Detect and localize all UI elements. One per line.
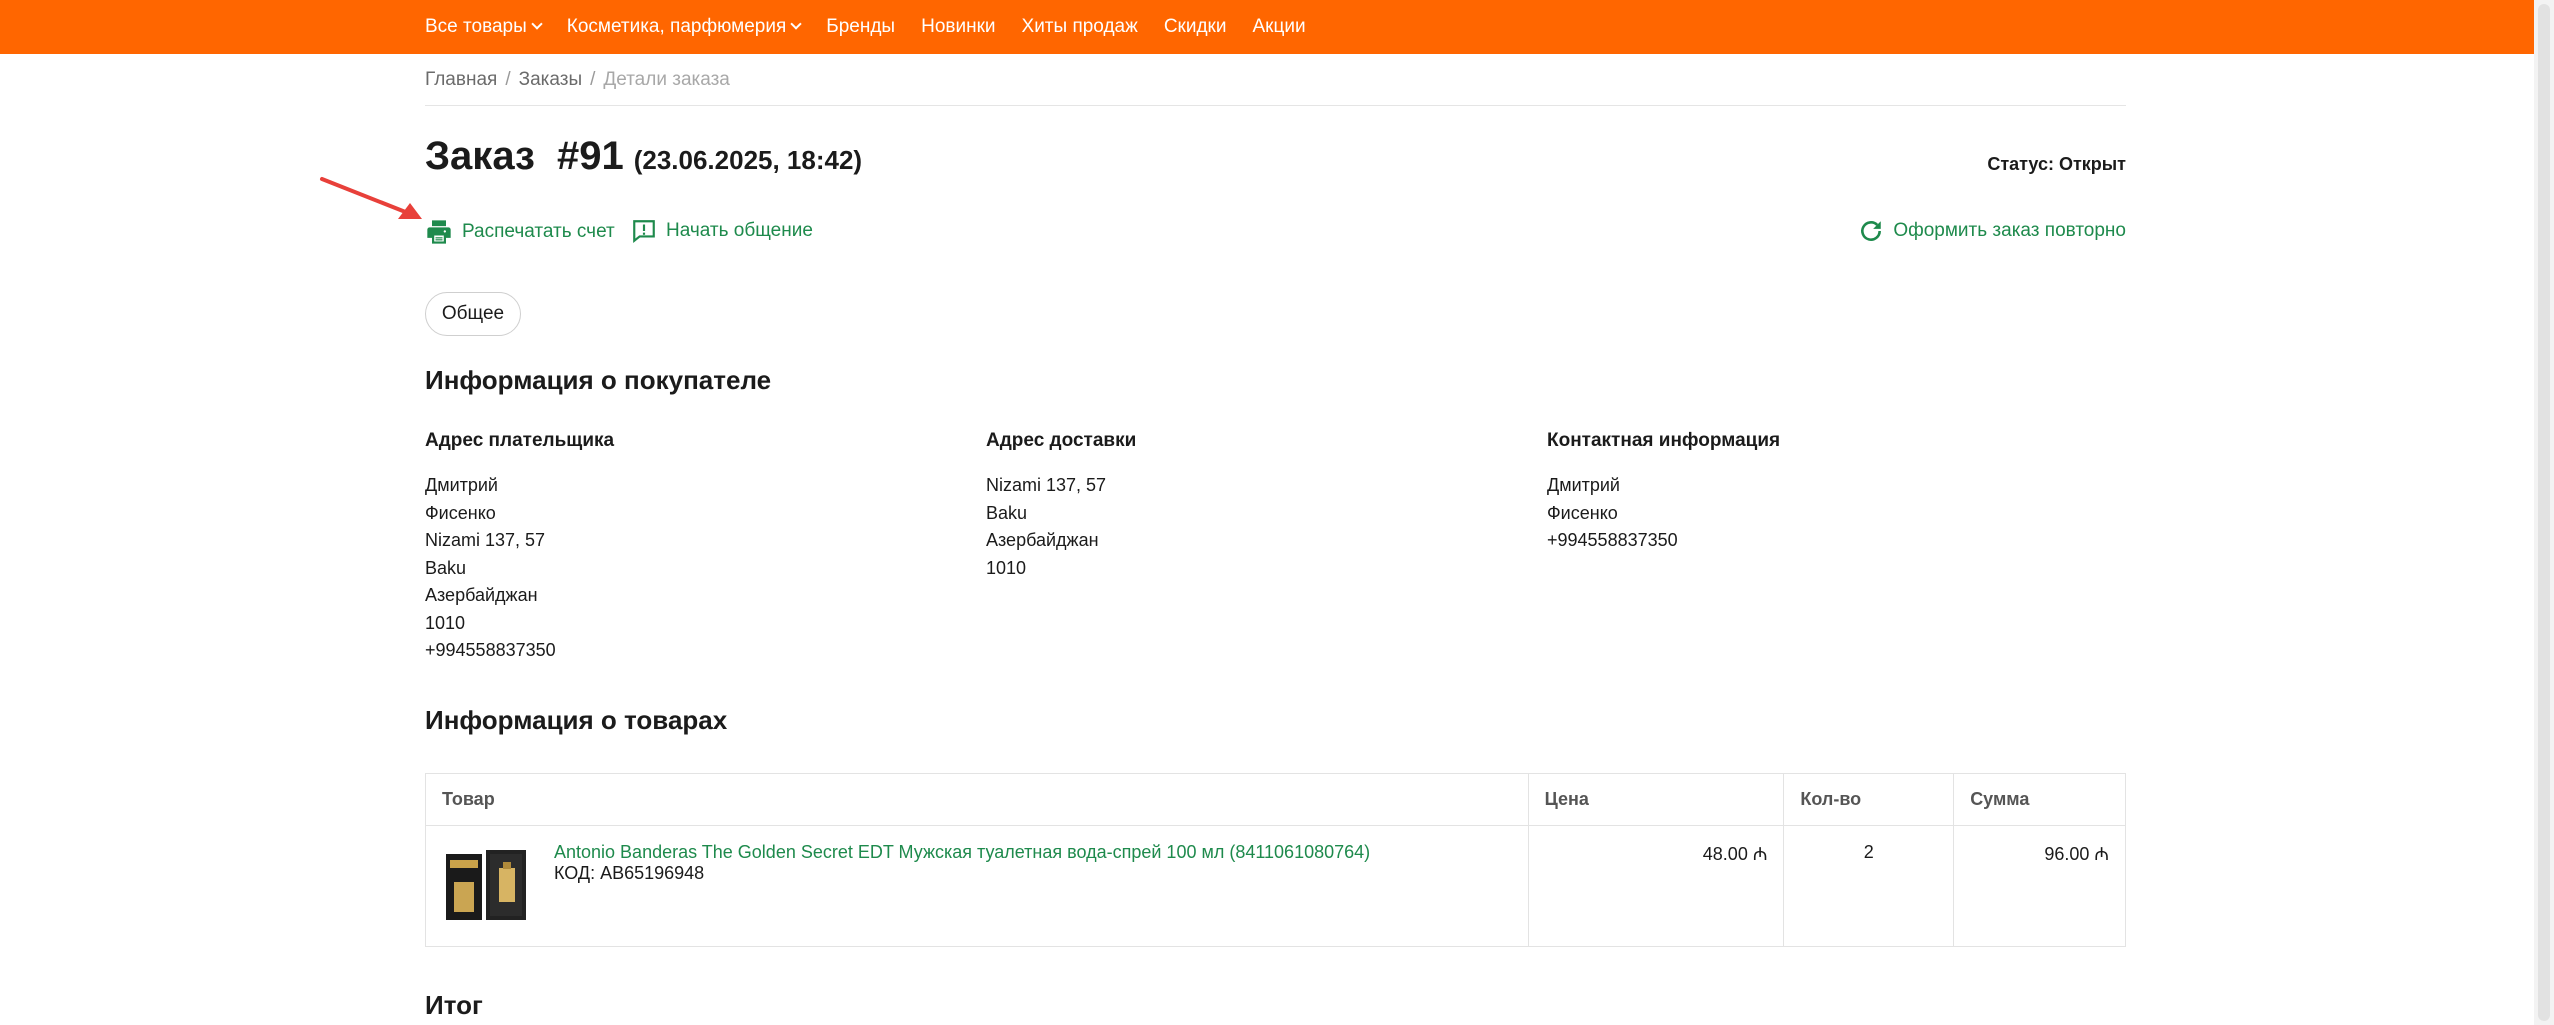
products-table: Товар Цена Кол-во Сумма Antonio Banderas…	[425, 773, 2126, 947]
column-header-sum: Сумма	[1970, 789, 2030, 809]
scrollbar-thumb[interactable]	[2538, 4, 2550, 1021]
contact-info: Контактная информация Дмитрий Фисенко +9…	[1547, 430, 2087, 555]
nav-item-bestsellers[interactable]: Хиты продаж	[1022, 16, 1138, 38]
order-status: Статус: Открыт	[1987, 154, 2126, 174]
breadcrumb-separator: /	[505, 68, 511, 90]
contact-line: +994558837350	[1547, 530, 1678, 550]
total-heading: Итог	[425, 990, 483, 1020]
billing-address-title: Адрес плательщика	[425, 430, 615, 451]
product-qty: 2	[1863, 842, 1874, 862]
sum-cell: 96.00 ₼	[1954, 826, 2125, 946]
product-price: 48.00 ₼	[1702, 844, 1768, 864]
product-code: КОД: AB65196948	[554, 863, 705, 883]
chevron-down-icon	[790, 18, 802, 30]
breadcrumb-current: Детали заказа	[603, 68, 730, 90]
billing-line: Baku	[425, 557, 467, 578]
billing-line: Фисенко	[425, 502, 496, 523]
order-title-label: Заказ	[425, 134, 535, 178]
shipping-address: Адрес доставки Nizami 137, 57 Baku Азерб…	[986, 430, 1526, 582]
breadcrumb: Главная / Заказы / Детали заказа	[425, 54, 2126, 106]
breadcrumb-orders[interactable]: Заказы	[519, 69, 583, 91]
breadcrumb-separator: /	[590, 68, 596, 90]
nav-label: Все товары	[425, 16, 527, 37]
table-header: Товар Цена Кол-во Сумма	[426, 774, 2125, 826]
nav-label: Хиты продаж	[1021, 16, 1138, 37]
reorder-label: Оформить заказ повторно	[1893, 220, 2126, 241]
main-nav: Все товары Косметика, парфюмерия Бренды …	[425, 0, 1332, 54]
billing-line: 1010	[425, 612, 466, 633]
start-chat-link[interactable]: Начать общение	[631, 218, 813, 244]
shipping-line: Азербайджан	[986, 530, 1099, 550]
page-scrollbar[interactable]	[2534, 0, 2554, 1025]
breadcrumb-home[interactable]: Главная	[425, 69, 497, 91]
nav-item-all-products[interactable]: Все товары	[425, 16, 543, 38]
customer-info-heading: Информация о покупателе	[425, 365, 772, 395]
order-date: (23.06.2025, 18:42)	[633, 145, 863, 175]
product-sum: 96.00 ₼	[2044, 844, 2109, 864]
tab-general[interactable]: Общее	[425, 292, 521, 336]
billing-line: +994558837350	[425, 640, 556, 660]
qty-cell: 2	[1784, 826, 1955, 946]
column-header-price: Цена	[1529, 774, 1785, 825]
nav-item-cosmetics[interactable]: Косметика, парфюмерия	[566, 16, 802, 38]
main-content: Главная / Заказы / Детали заказа Заказ #9…	[425, 54, 2126, 268]
start-chat-label: Начать общение	[666, 220, 813, 241]
product-name-link[interactable]: Antonio Banderas The Golden Secret EDT М…	[554, 842, 1370, 863]
order-number: #91	[556, 134, 624, 178]
billing-address: Адрес плательщика Дмитрий Фисенко Nizami…	[425, 430, 965, 665]
chat-alert-icon	[633, 220, 655, 244]
contact-line: Дмитрий	[1547, 475, 1620, 495]
nav-item-brands[interactable]: Бренды	[826, 16, 895, 38]
products-info-heading: Информация о товарах	[425, 705, 728, 735]
shipping-line: Baku	[986, 502, 1028, 523]
product-cell: Antonio Banderas The Golden Secret EDT М…	[426, 826, 1529, 946]
page-title: Заказ #91 (23.06.2025, 18:42)	[425, 134, 862, 179]
nav-label: Бренды	[826, 16, 896, 37]
contact-line: Фисенко	[1547, 502, 1618, 523]
nav-label: Косметика, парфюмерия	[566, 16, 787, 37]
shipping-address-title: Адрес доставки	[986, 430, 1137, 451]
billing-line: Азербайджан	[425, 585, 538, 605]
print-invoice-link[interactable]: Распечатать счет	[425, 218, 615, 246]
price-cell: 48.00 ₼	[1529, 826, 1785, 946]
product-image[interactable]	[444, 848, 528, 922]
column-header-qty: Кол-во	[1784, 774, 1955, 825]
nav-item-discounts[interactable]: Скидки	[1164, 16, 1227, 38]
order-header: Заказ #91 (23.06.2025, 18:42) Статус: Откр…	[425, 106, 2126, 206]
shipping-line: Nizami 137, 57	[986, 475, 1107, 495]
nav-label: Акции	[1252, 16, 1306, 37]
billing-line: Дмитрий	[425, 475, 498, 495]
reorder-link[interactable]: Оформить заказ повторно	[1858, 218, 2126, 244]
refresh-icon	[1861, 221, 1882, 241]
top-navigation-bar: Все товары Косметика, парфюмерия Бренды …	[0, 0, 2554, 54]
table-row: Antonio Banderas The Golden Secret EDT М…	[426, 826, 2125, 946]
shipping-line: 1010	[986, 557, 1027, 578]
billing-line: Nizami 137, 57	[425, 530, 546, 550]
annotation-arrow-icon	[320, 177, 422, 219]
column-header-product: Товар	[426, 774, 1529, 825]
nav-item-promotions[interactable]: Акции	[1252, 16, 1305, 38]
printer-icon	[427, 220, 451, 244]
chevron-down-icon	[531, 18, 543, 30]
order-actions: Распечатать счет Начать общение Оформить…	[425, 206, 2126, 268]
nav-label: Скидки	[1163, 16, 1227, 37]
nav-item-new[interactable]: Новинки	[921, 16, 995, 38]
nav-label: Новинки	[921, 16, 996, 37]
contact-info-title: Контактная информация	[1547, 430, 1781, 451]
print-invoice-label: Распечатать счет	[462, 221, 615, 242]
